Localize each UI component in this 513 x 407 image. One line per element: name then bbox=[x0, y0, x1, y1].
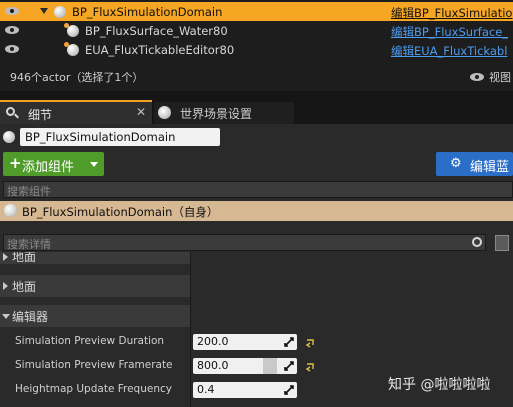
actor-icon bbox=[4, 204, 17, 217]
duration-input[interactable]: 200.0 bbox=[193, 334, 297, 350]
search-icon[interactable] bbox=[472, 237, 482, 247]
add-component-label: 添加组件 bbox=[22, 160, 75, 175]
search-details-placeholder: 搜索详情 bbox=[7, 238, 51, 251]
globe-icon bbox=[158, 106, 171, 119]
actor-icon bbox=[64, 42, 79, 56]
outliner-row[interactable]: EUA_FluxTickableEditor80 编辑EUA_FluxTicka… bbox=[0, 40, 513, 59]
property-label: Simulation Preview Duration bbox=[15, 335, 165, 347]
view-options-button[interactable]: 视图 bbox=[489, 69, 511, 85]
root-component-label: BP_FluxSimulationDomain（自身） bbox=[22, 205, 219, 219]
category-ground-collapsed[interactable]: 地面 bbox=[0, 252, 190, 264]
drag-arrows-icon[interactable] bbox=[284, 337, 294, 347]
tab-world-settings-label: 世界场景设置 bbox=[180, 107, 253, 121]
panel-splitter[interactable] bbox=[0, 91, 513, 100]
watermark: 知乎 @啦啦啦啦 bbox=[388, 377, 491, 393]
edit-blueprint-link[interactable]: 编辑BP_FluxSurface_ bbox=[391, 24, 508, 40]
category-label: 编辑器 bbox=[12, 310, 49, 324]
component-tree-row[interactable]: BP_FluxSimulationDomain（自身） bbox=[0, 201, 513, 221]
chevron-right-icon bbox=[3, 282, 8, 290]
details-panel: BP_FluxSimulationDomain + 添加组件 ⚙ 编辑蓝 搜索组… bbox=[0, 124, 513, 407]
search-components-input[interactable]: 搜索组件 bbox=[3, 181, 513, 198]
outliner-panel: BP_FluxSimulationDomain 编辑BP_FluxSimulat… bbox=[0, 0, 513, 91]
view-eye-icon[interactable] bbox=[470, 72, 484, 82]
outliner-row[interactable]: BP_FluxSurface_Water80 编辑BP_FluxSurface_ bbox=[0, 21, 513, 40]
add-component-button[interactable]: + 添加组件 bbox=[3, 152, 104, 176]
chevron-down-icon bbox=[90, 162, 98, 167]
reset-to-default-icon[interactable] bbox=[305, 338, 315, 348]
edit-blueprint-link[interactable]: 编辑BP_FluxSimulatio bbox=[391, 5, 512, 21]
edit-blueprint-button[interactable]: ⚙ 编辑蓝 bbox=[436, 152, 513, 176]
eye-icon[interactable] bbox=[5, 44, 19, 54]
actor-icon bbox=[3, 131, 15, 143]
component-tree-area bbox=[0, 221, 513, 231]
search-components-placeholder: 搜索组件 bbox=[7, 185, 51, 198]
framerate-input[interactable]: 800.0 bbox=[193, 358, 297, 374]
tab-details-label: 细节 bbox=[28, 108, 53, 122]
framerate-value: 800.0 bbox=[197, 359, 229, 372]
category-label: 地面 bbox=[12, 280, 37, 294]
actor-icon bbox=[64, 23, 79, 37]
actor-name-field[interactable]: BP_FluxSimulationDomain bbox=[20, 128, 220, 146]
drag-arrows-icon[interactable] bbox=[284, 385, 294, 395]
actor-name-value: BP_FluxSimulationDomain bbox=[25, 130, 176, 144]
gear-icon: ⚙ bbox=[450, 156, 462, 171]
tab-world-settings[interactable]: 世界场景设置 bbox=[154, 102, 294, 124]
actor-name: BP_FluxSimulationDomain bbox=[72, 5, 223, 19]
outliner-row[interactable]: BP_FluxSimulationDomain 编辑BP_FluxSimulat… bbox=[0, 2, 513, 21]
actor-name: BP_FluxSurface_Water80 bbox=[85, 24, 228, 38]
edit-blueprint-label: 编辑蓝 bbox=[470, 160, 510, 175]
eye-icon[interactable] bbox=[5, 25, 19, 35]
eye-icon[interactable] bbox=[5, 6, 19, 16]
heightmap-frequency-value: 0.4 bbox=[197, 383, 215, 396]
category-label: 地面 bbox=[12, 252, 37, 264]
property-label: Simulation Preview Framerate bbox=[15, 359, 173, 371]
search-details-input[interactable]: 搜索详情 bbox=[3, 234, 486, 251]
actor-icon bbox=[51, 4, 66, 18]
close-icon[interactable]: ✕ bbox=[136, 105, 146, 119]
tab-bar: 细节 ✕ 世界场景设置 bbox=[0, 100, 513, 124]
view-options-icon[interactable] bbox=[495, 235, 509, 251]
chevron-down-icon bbox=[2, 314, 10, 319]
actor-count-status: 946个actor（选择了1个） bbox=[10, 71, 144, 84]
property-label: Heightmap Update Frequency bbox=[15, 383, 172, 395]
property-row: Simulation Preview Duration 200.0 bbox=[0, 331, 513, 353]
plus-icon: + bbox=[9, 154, 22, 172]
tab-details[interactable]: 细节 ✕ bbox=[0, 100, 152, 124]
actor-name: EUA_FluxTickableEditor80 bbox=[85, 43, 235, 57]
heightmap-frequency-input[interactable]: 0.4 bbox=[193, 382, 297, 398]
chevron-right-icon bbox=[3, 253, 8, 261]
category-ground[interactable]: 地面 bbox=[0, 275, 190, 297]
slider-fill bbox=[263, 358, 277, 374]
edit-blueprint-link[interactable]: 编辑EUA_FluxTickabl bbox=[391, 43, 507, 59]
search-icon-handle bbox=[14, 113, 19, 119]
chevron-down-icon[interactable] bbox=[40, 8, 48, 14]
reset-to-default-icon[interactable] bbox=[305, 362, 315, 372]
category-editor[interactable]: 编辑器 bbox=[0, 305, 190, 327]
duration-value: 200.0 bbox=[197, 335, 229, 348]
drag-arrows-icon[interactable] bbox=[284, 361, 294, 371]
